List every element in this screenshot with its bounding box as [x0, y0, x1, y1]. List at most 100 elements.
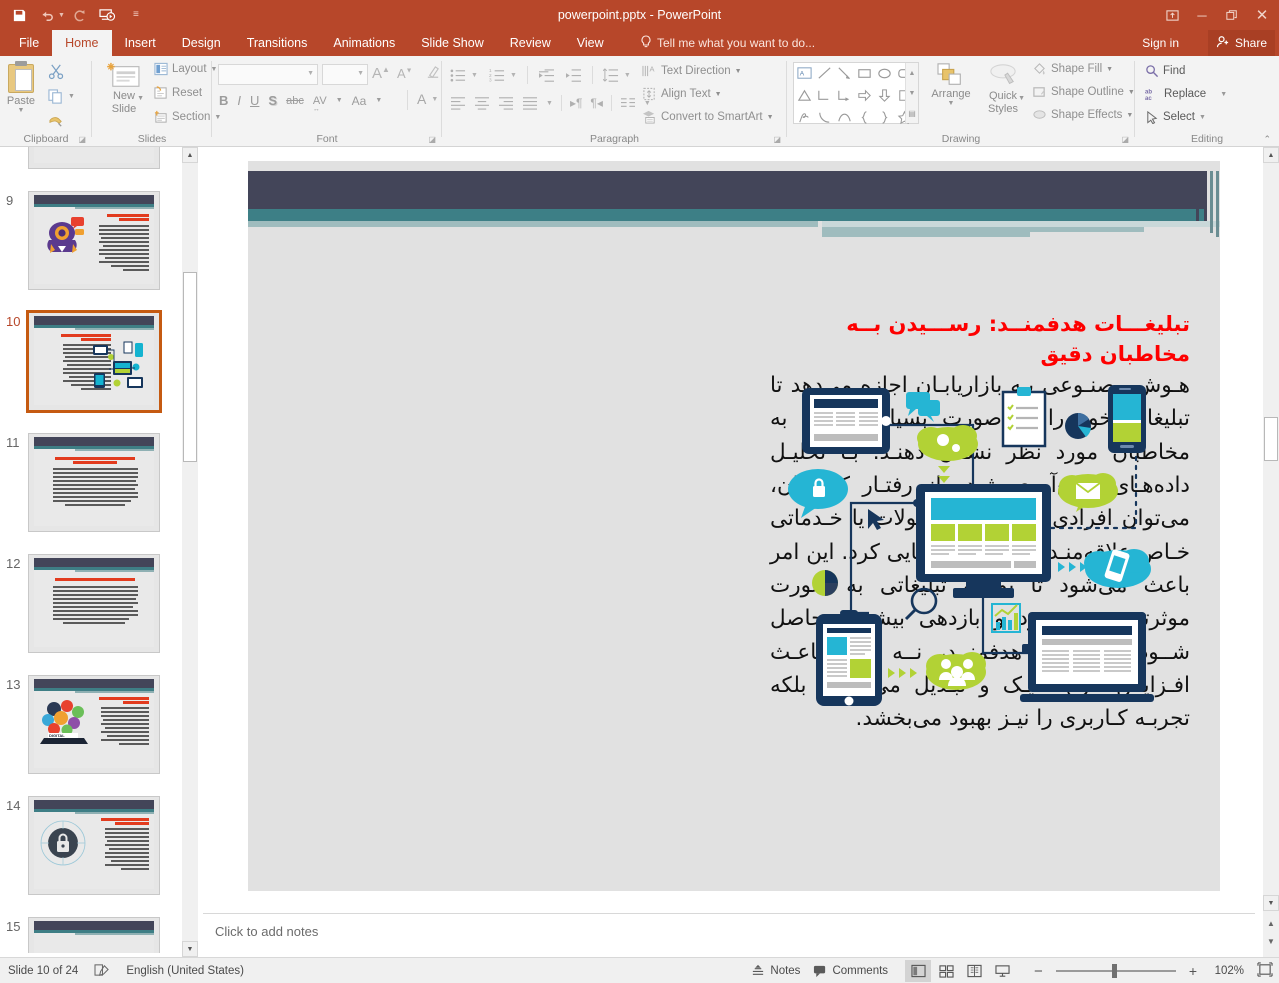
slide-thumbnail-15[interactable] — [28, 917, 160, 953]
tab-animations[interactable]: Animations — [320, 30, 408, 56]
reset-button[interactable]: Reset — [154, 86, 202, 100]
notes-pane[interactable]: Click to add notes — [203, 913, 1255, 957]
slide-scroll-thumb[interactable] — [1264, 417, 1278, 461]
tab-home[interactable]: Home — [52, 30, 112, 56]
shape-textbox-icon[interactable]: A — [796, 65, 816, 87]
normal-view-button[interactable] — [905, 960, 932, 982]
list-item[interactable]: 12 — [0, 552, 182, 673]
slide-scroll-down-icon[interactable]: ▼ — [1263, 895, 1279, 911]
slide-thumbnail-9[interactable] — [28, 191, 160, 290]
replace-dropdown-icon[interactable]: ▼ — [1220, 91, 1227, 98]
slide-scrollbar[interactable]: ▲ ▼ ▲ ▼ — [1263, 147, 1279, 957]
restore-button[interactable] — [1217, 0, 1247, 30]
font-dialog-launcher[interactable]: ◪ — [428, 135, 436, 144]
notes-placeholder[interactable]: Click to add notes — [215, 924, 318, 939]
clear-formatting-button[interactable] — [425, 65, 441, 86]
font-name-dropdown-icon[interactable]: ▼ — [307, 70, 314, 77]
arrange-button[interactable]: Arrange ▼ — [927, 62, 975, 107]
format-painter-button[interactable] — [48, 112, 65, 133]
font-color-dropdown-icon[interactable]: ▼ — [431, 96, 438, 103]
copy-dropdown-icon[interactable]: ▼ — [68, 93, 75, 100]
tab-slide-show[interactable]: Slide Show — [408, 30, 497, 56]
bold-button[interactable]: B — [219, 93, 228, 108]
clipboard-dialog-launcher[interactable]: ◪ — [78, 135, 86, 144]
character-spacing-dropdown-icon[interactable]: ▼ — [336, 97, 343, 104]
shape-elbow-arrow-icon[interactable] — [836, 87, 856, 109]
shape-right-arrow-icon[interactable] — [856, 87, 876, 109]
find-button[interactable]: Find — [1145, 64, 1185, 78]
shapes-scroll-down-icon[interactable]: ▼ — [906, 83, 918, 103]
quick-styles-dropdown-icon[interactable]: ▼ — [1018, 95, 1025, 102]
align-text-dropdown-icon[interactable]: ▼ — [715, 91, 722, 98]
slideshow-button[interactable] — [989, 960, 1015, 982]
cut-button[interactable] — [48, 63, 65, 85]
shape-line-icon[interactable] — [816, 65, 836, 87]
paste-button[interactable]: Paste ▼ — [6, 61, 36, 114]
shape-effects-button[interactable]: Shape Effects ▼ — [1032, 108, 1133, 122]
tab-view[interactable]: View — [564, 30, 617, 56]
slide-thumbnail-14[interactable] — [28, 796, 160, 895]
close-button[interactable]: ✕ — [1247, 0, 1277, 30]
align-text-button[interactable]: Align Text ▼ — [642, 87, 722, 101]
thumbnail-scrollbar[interactable]: ▲ ▼ — [182, 147, 198, 957]
list-item[interactable]: 15 — [0, 915, 182, 953]
change-case-button[interactable]: Aa — [352, 94, 367, 108]
thumbnail-scroll-down-icon[interactable]: ▼ — [182, 941, 198, 957]
share-button[interactable]: Share — [1207, 30, 1275, 56]
paragraph-dialog-launcher[interactable]: ◪ — [773, 135, 781, 144]
convert-to-smartart-button[interactable]: Convert to SmartArt ▼ — [642, 110, 774, 124]
shape-arrow-icon[interactable] — [836, 65, 856, 87]
font-name-combo[interactable]: ▼ — [218, 64, 318, 85]
notes-button[interactable]: Notes — [751, 964, 800, 978]
strikethrough-button[interactable]: abc — [286, 95, 304, 107]
quick-styles-button[interactable]: Quick Styles ▼ — [979, 62, 1027, 116]
sign-in-link[interactable]: Sign in — [1142, 30, 1179, 56]
font-size-combo[interactable]: ▼ — [322, 64, 368, 85]
numbering-dropdown-icon[interactable]: ▼ — [510, 72, 517, 79]
layout-button[interactable]: Layout ▼ — [154, 62, 217, 76]
ribbon-display-options-icon[interactable] — [1157, 0, 1187, 30]
shape-down-arrow-icon[interactable] — [876, 87, 896, 109]
slide-thumbnail-11[interactable] — [28, 433, 160, 532]
tab-transitions[interactable]: Transitions — [234, 30, 321, 56]
tab-review[interactable]: Review — [497, 30, 564, 56]
drawing-dialog-launcher[interactable]: ◪ — [1121, 135, 1129, 144]
reading-view-button[interactable] — [961, 960, 987, 982]
slide-thumbnail-13[interactable]: DIGITAL — [28, 675, 160, 774]
shape-freeform-icon[interactable] — [796, 109, 816, 131]
line-spacing-dropdown-icon[interactable]: ▼ — [624, 72, 631, 79]
font-color-button[interactable]: A — [417, 91, 426, 107]
zoom-in-button[interactable]: + — [1189, 963, 1197, 979]
font-size-dropdown-icon[interactable]: ▼ — [357, 70, 364, 77]
new-slide-button[interactable]: New Slide ▼ — [100, 62, 148, 116]
replace-button[interactable]: ab ac Replace ▼ — [1145, 87, 1227, 101]
tab-insert[interactable]: Insert — [112, 30, 169, 56]
underline-button[interactable]: U — [250, 93, 259, 108]
font-name-input[interactable] — [219, 65, 297, 85]
zoom-level-label[interactable]: 102% — [1210, 965, 1244, 977]
list-item[interactable]: 9 — [0, 189, 182, 310]
new-slide-dropdown-icon[interactable]: ▼ — [137, 95, 144, 102]
shape-right-brace-icon[interactable] — [876, 109, 896, 131]
previous-slide-icon[interactable]: ▲ — [1263, 915, 1279, 931]
slide-editing-area[interactable]: تبلیغـــات هدفمنــد: رســـیدن بــه مخاطب… — [203, 147, 1255, 913]
slide-counter[interactable]: Slide 10 of 24 — [8, 965, 78, 977]
proofing-icon[interactable] — [94, 963, 110, 980]
shape-fill-button[interactable]: Shape Fill ▼ — [1032, 62, 1113, 76]
shapes-more-icon[interactable]: ▤ — [906, 103, 918, 123]
smartart-dropdown-icon[interactable]: ▼ — [767, 114, 774, 121]
shape-effects-dropdown-icon[interactable]: ▼ — [1126, 112, 1133, 119]
slide-title[interactable]: تبلیغـــات هدفمنــد: رســـیدن بــه مخاطب… — [770, 309, 1190, 370]
shape-fill-dropdown-icon[interactable]: ▼ — [1106, 66, 1113, 73]
tell-me-search[interactable]: Tell me what you want to do... — [640, 30, 815, 56]
thumbnail-scroll-up-icon[interactable]: ▲ — [182, 147, 198, 163]
select-dropdown-icon[interactable]: ▼ — [1199, 114, 1206, 121]
shapes-scroll-up-icon[interactable]: ▲ — [906, 63, 918, 83]
fit-slide-button[interactable] — [1257, 962, 1273, 980]
current-slide[interactable]: تبلیغـــات هدفمنــد: رســـیدن بــه مخاطب… — [248, 161, 1220, 891]
next-slide-icon[interactable]: ▼ — [1263, 933, 1279, 949]
grow-font-button[interactable]: A▲ — [372, 65, 390, 82]
shape-elbow-connector-icon[interactable] — [816, 87, 836, 109]
shape-oval-icon[interactable] — [876, 65, 896, 87]
minimize-button[interactable]: ─ — [1187, 0, 1217, 30]
